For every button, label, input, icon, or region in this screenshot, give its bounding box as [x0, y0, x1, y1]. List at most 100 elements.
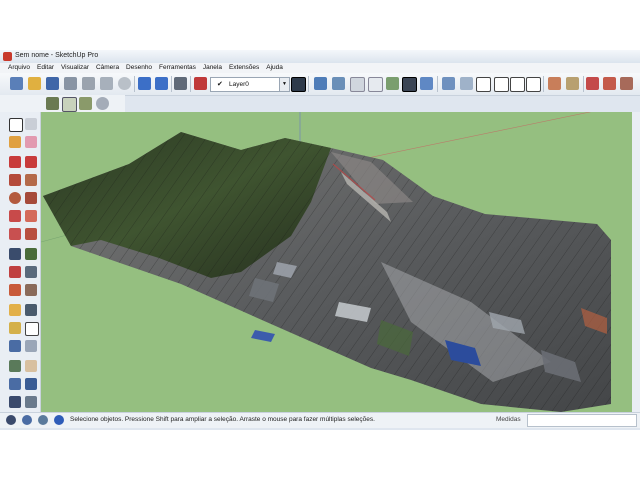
sandbox-icon[interactable]: [79, 97, 92, 110]
credits-icon[interactable]: [22, 415, 32, 425]
back-edges-icon[interactable]: [332, 77, 345, 90]
share-model-icon[interactable]: [603, 77, 616, 90]
line-tool-icon[interactable]: [9, 156, 21, 168]
rotated-rectangle-icon[interactable]: [25, 174, 37, 186]
new-file-icon[interactable]: [10, 77, 23, 90]
zoom-icon[interactable]: [9, 378, 21, 390]
help-icon[interactable]: [54, 415, 64, 425]
axes-icon[interactable]: [9, 340, 21, 352]
menu-desenho[interactable]: Desenho: [126, 63, 152, 73]
offset-icon[interactable]: [25, 284, 37, 296]
zoom-window-icon[interactable]: [25, 378, 37, 390]
layer-manager-icon[interactable]: [291, 77, 306, 92]
redo-icon[interactable]: [155, 77, 168, 90]
make-component-icon[interactable]: [64, 77, 77, 90]
back-view-icon[interactable]: [510, 77, 525, 92]
hidden-line-icon[interactable]: [368, 77, 383, 92]
layer-current-check: ✔: [217, 81, 223, 88]
move-icon[interactable]: [9, 248, 21, 260]
tape-measure-icon[interactable]: [9, 304, 21, 316]
copy-icon[interactable]: [100, 77, 113, 90]
extension-warehouse-icon[interactable]: [620, 77, 633, 90]
warehouse-icon[interactable]: [586, 77, 599, 90]
pan-icon[interactable]: [25, 360, 37, 372]
user-icon[interactable]: [38, 415, 48, 425]
main-toolbar: ✔ Layer0 ▼: [0, 73, 640, 96]
menu-extensoes[interactable]: Extensões: [229, 63, 259, 73]
cut-icon[interactable]: [82, 77, 95, 90]
toolbar-separator: [171, 76, 172, 92]
toolbar-separator: [134, 76, 135, 92]
shaded-icon[interactable]: [386, 77, 399, 90]
3d-text-icon[interactable]: [25, 340, 37, 352]
wireframe-icon[interactable]: [350, 77, 365, 92]
toggle-terrain-icon[interactable]: [62, 97, 77, 112]
menu-camera[interactable]: Câmera: [96, 63, 119, 73]
rectangle-icon[interactable]: [9, 174, 21, 186]
photo-texture-icon[interactable]: [46, 97, 59, 110]
window-title: Sem nome - SketchUp Pro: [15, 52, 99, 59]
sketchup-app-icon: [3, 52, 12, 61]
protractor-icon[interactable]: [9, 322, 21, 334]
previous-view-icon[interactable]: [25, 396, 37, 408]
freehand-icon[interactable]: [25, 156, 37, 168]
toolbar-separator: [583, 76, 584, 92]
measurements-input[interactable]: [527, 414, 637, 427]
menu-ferramentas[interactable]: Ferramentas: [159, 63, 196, 73]
drawing-viewport[interactable]: [41, 112, 638, 412]
two-point-arc-icon[interactable]: [25, 210, 37, 222]
title-bar: Sem nome - SketchUp Pro: [0, 50, 640, 64]
erase-icon[interactable]: [118, 77, 131, 90]
make-component-tool-icon[interactable]: [25, 118, 37, 130]
save-icon[interactable]: [46, 77, 59, 90]
rotate-icon[interactable]: [9, 266, 21, 278]
measurements-label: Medidas: [496, 416, 521, 423]
monochrome-icon[interactable]: [420, 77, 433, 90]
select-arrow-icon[interactable]: [9, 118, 23, 132]
zoom-extents-icon[interactable]: [9, 396, 21, 408]
terrain-icon[interactable]: [566, 77, 579, 90]
toolbar-separator: [543, 76, 544, 92]
scale-icon[interactable]: [9, 284, 21, 296]
status-message: Selecione objetos. Pressione Shift para …: [70, 416, 375, 423]
follow-me-icon[interactable]: [25, 266, 37, 278]
add-location-icon[interactable]: [548, 77, 561, 90]
terrain-model-scene[interactable]: [41, 112, 638, 412]
dimension-icon[interactable]: [25, 304, 37, 316]
paint-bucket-icon[interactable]: [9, 136, 21, 148]
xray-icon[interactable]: [314, 77, 327, 90]
geo-location-icon[interactable]: [6, 415, 16, 425]
eraser-icon[interactable]: [25, 136, 37, 148]
model-info-icon[interactable]: [194, 77, 207, 90]
menu-visualizar[interactable]: Visualizar: [61, 63, 89, 73]
styles-icon[interactable]: [96, 97, 109, 110]
arc-icon[interactable]: [9, 210, 21, 222]
top-view-icon[interactable]: [460, 77, 473, 90]
pie-icon[interactable]: [25, 228, 37, 240]
menu-arquivo[interactable]: Arquivo: [8, 63, 30, 73]
status-bar: Selecione objetos. Pressione Shift para …: [0, 412, 640, 428]
toolbar-separator: [308, 76, 309, 92]
layer-select[interactable]: ✔ Layer0 ▼: [210, 77, 290, 92]
menu-ajuda[interactable]: Ajuda: [266, 63, 283, 73]
menu-editar[interactable]: Editar: [37, 63, 54, 73]
menu-janela[interactable]: Janela: [203, 63, 222, 73]
shaded-textures-icon[interactable]: [402, 77, 417, 92]
text-tool-icon[interactable]: [25, 322, 39, 336]
open-folder-icon[interactable]: [28, 77, 41, 90]
front-view-icon[interactable]: [476, 77, 491, 92]
right-scroll-strip[interactable]: [632, 112, 640, 412]
polygon-icon[interactable]: [25, 192, 37, 204]
push-pull-icon[interactable]: [25, 248, 37, 260]
left-view-icon[interactable]: [526, 77, 541, 92]
circle-icon[interactable]: [9, 192, 21, 204]
undo-icon[interactable]: [138, 77, 151, 90]
right-view-icon[interactable]: [494, 77, 509, 92]
secondary-toolbar: [0, 95, 125, 112]
chevron-down-icon[interactable]: ▼: [279, 78, 289, 91]
orbit-icon[interactable]: [9, 360, 21, 372]
iso-view-icon[interactable]: [442, 77, 455, 90]
print-icon[interactable]: [174, 77, 187, 90]
sketchup-window: Sem nome - SketchUp Pro Arquivo Editar V…: [0, 50, 640, 430]
three-point-arc-icon[interactable]: [9, 228, 21, 240]
